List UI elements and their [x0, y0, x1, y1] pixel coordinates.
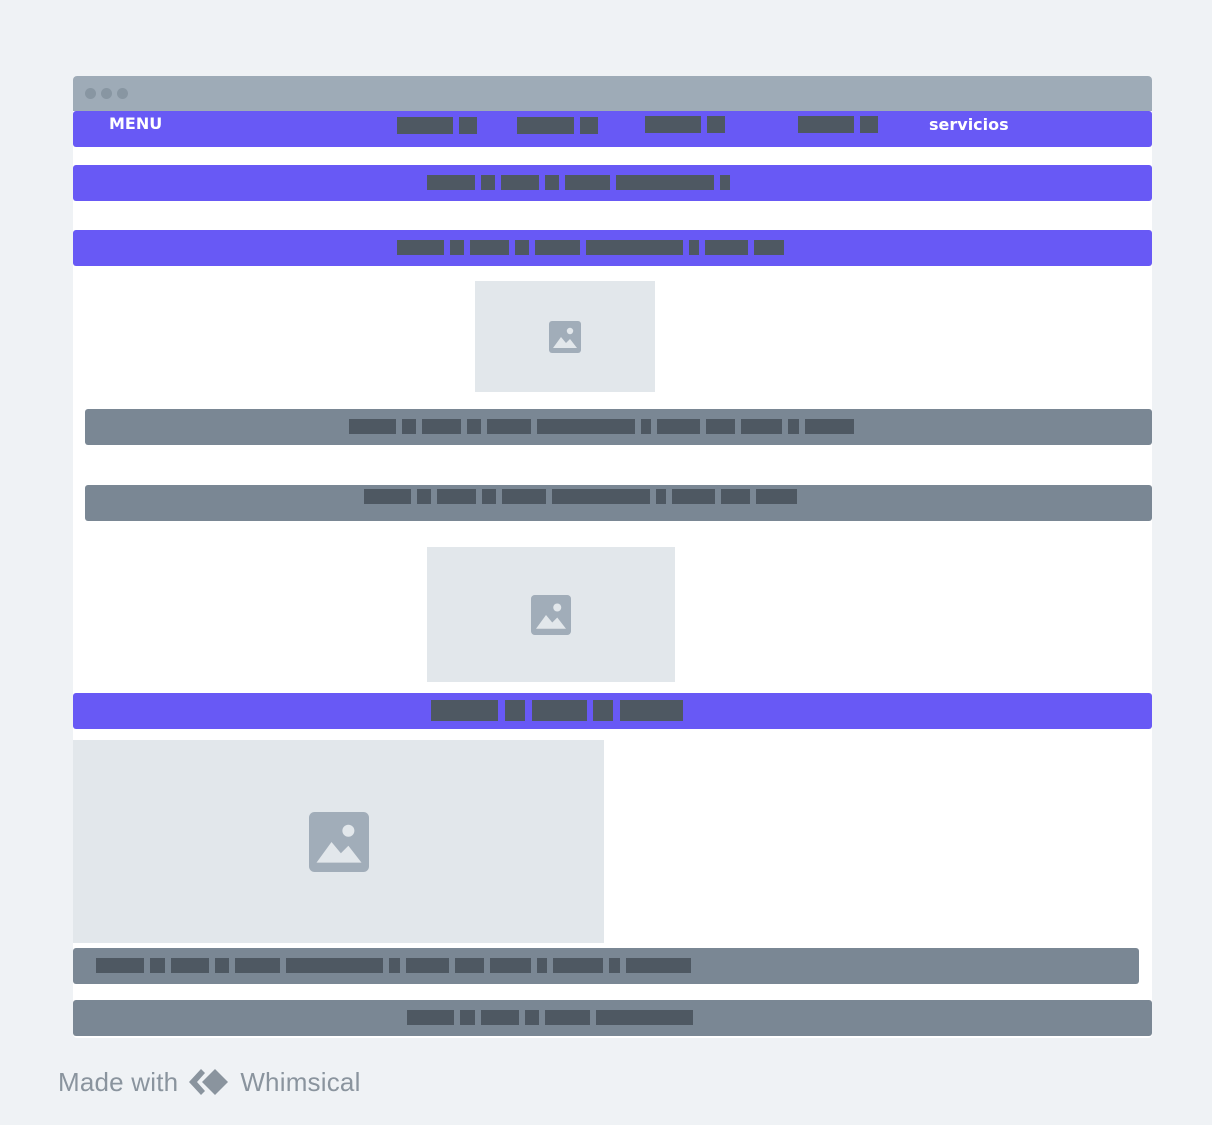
- text-placeholder: [657, 419, 700, 434]
- text-placeholder: [215, 958, 229, 973]
- text-placeholder: [406, 958, 449, 973]
- text-placeholder: [553, 958, 603, 973]
- text-placeholder: [537, 419, 635, 434]
- text-placeholder: [171, 958, 209, 973]
- text-placeholder: [96, 958, 144, 973]
- text-placeholder: [422, 419, 461, 434]
- text-placeholder: [437, 489, 476, 504]
- text-placeholder: [397, 240, 444, 255]
- text-placeholder: [481, 1010, 519, 1025]
- text-placeholder: [593, 700, 613, 721]
- made-with-label: Made with: [58, 1066, 179, 1097]
- text-placeholder: [389, 958, 400, 973]
- text-placeholder: [721, 489, 750, 504]
- made-with-whimsical-badge[interactable]: Made with Whimsical: [58, 1064, 361, 1100]
- text-placeholder: [620, 700, 683, 721]
- text-placeholder: [467, 419, 481, 434]
- text-placeholder: [656, 489, 666, 504]
- window-dot-minimize[interactable]: [101, 88, 112, 99]
- gray-text-bar: [73, 948, 1139, 984]
- text-placeholder: [537, 958, 547, 973]
- text-placeholder: [545, 1010, 590, 1025]
- text-placeholder: [706, 419, 735, 434]
- text-placeholder: [490, 958, 531, 973]
- text-placeholder: [626, 958, 691, 973]
- text-placeholder: [460, 1010, 475, 1025]
- image-placeholder: [427, 547, 675, 682]
- text-placeholder: [364, 489, 411, 504]
- window-dot-maximize[interactable]: [117, 88, 128, 99]
- image-icon: [549, 320, 581, 353]
- text-placeholder: [586, 240, 683, 255]
- text-placeholder: [431, 700, 498, 721]
- text-placeholder: [427, 175, 475, 190]
- text-placeholder: [235, 958, 280, 973]
- whimsical-logo-icon: [189, 1069, 229, 1095]
- text-placeholder: [481, 175, 495, 190]
- text-placeholder: [150, 958, 165, 973]
- text-placeholder: [417, 489, 431, 504]
- text-placeholder: [286, 958, 383, 973]
- text-placeholder: [482, 489, 496, 504]
- purple-banner: [73, 165, 1152, 201]
- text-placeholder: [532, 700, 587, 721]
- text-placeholder: [407, 1010, 454, 1025]
- text-placeholder: [535, 240, 580, 255]
- text-placeholder: [788, 419, 799, 434]
- text-placeholder: [502, 489, 546, 504]
- text-placeholder: [552, 489, 650, 504]
- whimsical-brand-label: Whimsical: [240, 1066, 361, 1097]
- nav-item-placeholder[interactable]: [707, 116, 725, 133]
- text-placeholder: [689, 240, 699, 255]
- text-placeholder: [470, 240, 509, 255]
- nav-item-placeholder[interactable]: [645, 116, 701, 133]
- nav-item-placeholder[interactable]: [517, 117, 574, 134]
- text-placeholder: [754, 240, 784, 255]
- nav-item-placeholder[interactable]: [860, 116, 878, 133]
- menu-label[interactable]: MENU: [109, 114, 162, 133]
- nav-item-servicios[interactable]: servicios: [929, 115, 1009, 134]
- image-placeholder: [73, 740, 604, 943]
- text-placeholder: [349, 419, 396, 434]
- text-placeholder: [515, 240, 529, 255]
- image-placeholder: [475, 281, 655, 392]
- window-dot-close[interactable]: [85, 88, 96, 99]
- text-placeholder: [487, 419, 531, 434]
- image-icon: [531, 594, 571, 635]
- nav-item-placeholder[interactable]: [580, 117, 598, 134]
- image-icon: [308, 811, 369, 872]
- text-placeholder: [805, 419, 854, 434]
- nav-item-placeholder[interactable]: [798, 116, 854, 133]
- text-placeholder: [741, 419, 782, 434]
- text-placeholder: [616, 175, 714, 190]
- text-placeholder: [525, 1010, 539, 1025]
- text-placeholder: [756, 489, 797, 504]
- text-placeholder: [450, 240, 464, 255]
- text-placeholder: [402, 419, 416, 434]
- nav-item-placeholder[interactable]: [459, 117, 477, 134]
- text-placeholder: [609, 958, 620, 973]
- text-placeholder: [501, 175, 539, 190]
- window-titlebar: [73, 76, 1152, 111]
- text-placeholder: [545, 175, 559, 190]
- text-placeholder: [641, 419, 651, 434]
- text-placeholder: [455, 958, 484, 973]
- text-placeholder: [565, 175, 610, 190]
- text-placeholder: [720, 175, 730, 190]
- text-placeholder: [672, 489, 715, 504]
- nav-item-placeholder[interactable]: [397, 117, 453, 134]
- text-placeholder: [505, 700, 525, 721]
- text-placeholder: [596, 1010, 693, 1025]
- text-placeholder: [705, 240, 748, 255]
